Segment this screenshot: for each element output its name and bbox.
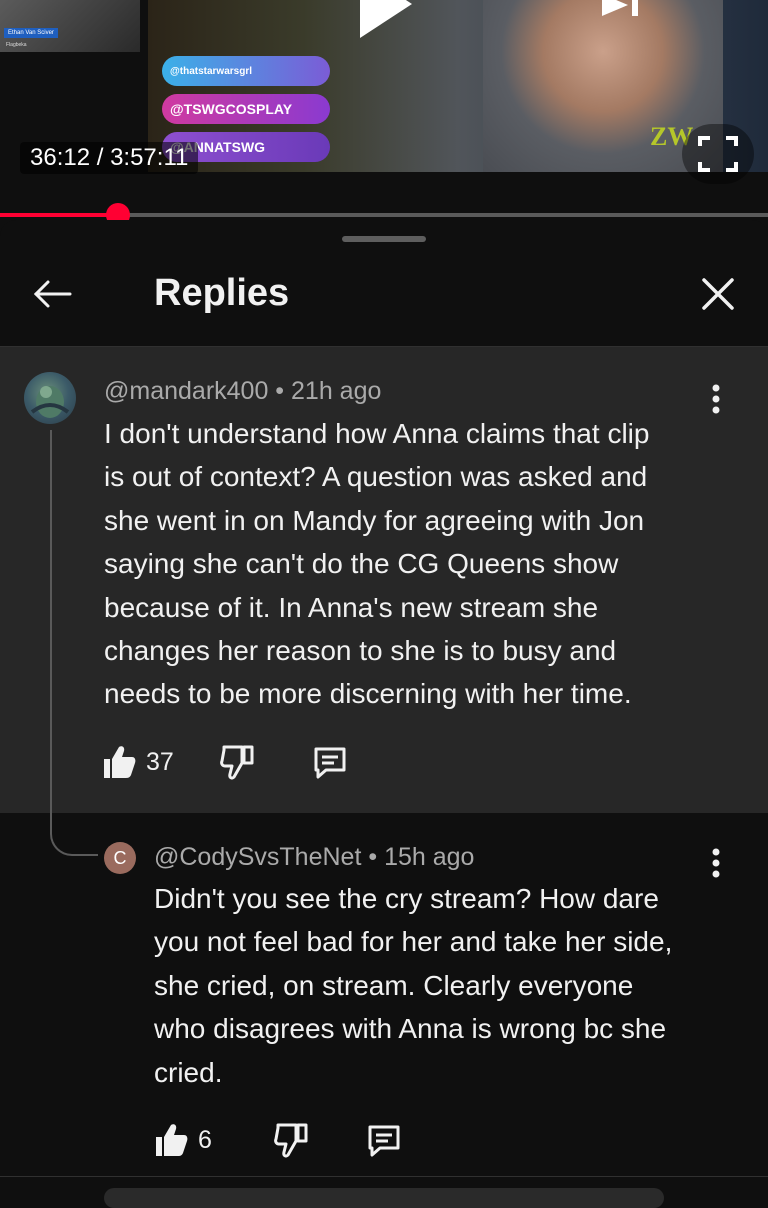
comment-actions: 37 — [102, 744, 348, 780]
twitter-handle: @thatstarwarsgrl — [162, 56, 330, 86]
instagram-handle: @TSWGCOSPLAY — [162, 94, 330, 124]
comment-text: I don't understand how Anna claims that … — [104, 418, 650, 710]
back-button[interactable] — [30, 272, 74, 316]
comment-author[interactable]: @CodySvsTheNet — [154, 843, 361, 871]
thumbs-up-icon — [104, 746, 136, 778]
comment-time: 21h ago — [291, 377, 382, 405]
comment-meta: @CodySvsTheNet • 15h ago — [154, 843, 475, 871]
reply-comment-icon — [314, 747, 346, 779]
comment-meta: @mandark400 • 21h ago — [104, 377, 382, 405]
avatar-image — [30, 386, 70, 418]
dislike-button[interactable] — [219, 744, 254, 780]
progress-fill — [0, 213, 118, 217]
like-count: 6 — [198, 1125, 212, 1154]
close-button[interactable] — [696, 272, 740, 316]
close-icon — [702, 278, 734, 310]
comment-text: Didn't you see the cry stream? How dare … — [154, 883, 673, 1088]
next-icon[interactable] — [602, 0, 640, 16]
avatar-letter: C — [113, 847, 127, 868]
page-title: Replies — [154, 272, 290, 314]
like-button[interactable]: 37 — [102, 744, 174, 780]
thumbs-down-icon — [274, 1123, 308, 1158]
dislike-button[interactable] — [274, 1122, 308, 1158]
reply-input-bar[interactable] — [104, 1188, 664, 1208]
webcam-subtitle: Flagbeka — [6, 42, 27, 48]
reply-button[interactable] — [366, 1122, 402, 1158]
time-display: 36:12 / 3:57:11 — [20, 142, 199, 174]
thumbs-down-icon — [219, 745, 254, 780]
play-icon[interactable] — [360, 0, 412, 38]
avatar[interactable] — [24, 372, 76, 424]
video-player[interactable]: Ethan Van Sciver Flagbeka @thatstarwarsg… — [0, 0, 768, 212]
reply-comment-icon — [368, 1125, 400, 1157]
reply-button[interactable] — [312, 744, 348, 780]
fullscreen-icon — [698, 136, 738, 172]
like-button[interactable]: 6 — [154, 1122, 212, 1158]
drag-handle[interactable] — [342, 236, 426, 242]
webcam-name: Ethan Van Sciver — [4, 28, 58, 38]
more-options-icon[interactable] — [704, 844, 728, 884]
thumbs-up-icon — [156, 1124, 188, 1156]
more-options-icon[interactable] — [704, 380, 728, 420]
fullscreen-button[interactable] — [682, 124, 754, 184]
like-count: 37 — [146, 747, 174, 776]
webcam-inset: Ethan Van Sciver Flagbeka — [0, 0, 140, 52]
thread-connector — [50, 430, 98, 856]
replies-header — [0, 256, 768, 347]
avatar[interactable]: C — [104, 842, 136, 874]
divider — [0, 1176, 768, 1177]
comment-author[interactable]: @mandark400 — [104, 377, 268, 405]
comment-actions: 6 — [154, 1122, 402, 1158]
back-arrow-icon — [33, 280, 72, 308]
comment-time: 15h ago — [384, 843, 475, 871]
